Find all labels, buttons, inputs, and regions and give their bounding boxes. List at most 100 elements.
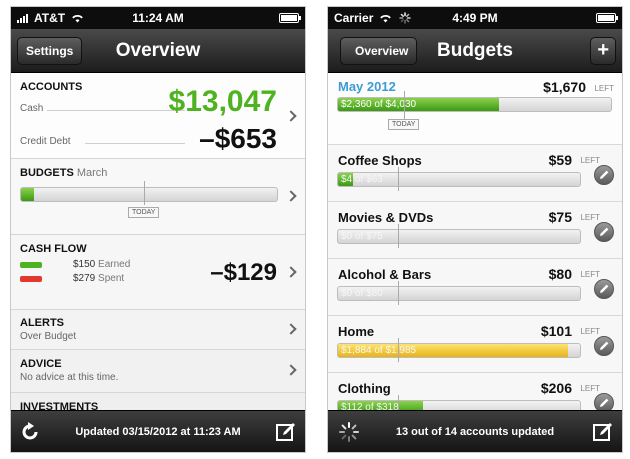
budget-left-label: LEFT <box>580 384 600 393</box>
budget-progress-bar: $1,884 of $1,985 <box>337 343 581 358</box>
accounts-section[interactable]: ACCOUNTS Cash $13,047 Credit Debt –$653 <box>11 73 305 159</box>
budgets-section[interactable]: BUDGETS March TODAY <box>11 159 305 235</box>
compose-icon[interactable] <box>592 421 614 443</box>
month-summary-row[interactable]: May 2012 $1,670 LEFT $2,360 of $4,030 TO… <box>328 73 622 145</box>
budget-bar-text: $4 of $63 <box>341 174 383 185</box>
month-left-label: LEFT <box>594 84 614 93</box>
battery-icon <box>279 13 301 23</box>
edit-budget-button[interactable] <box>594 336 614 356</box>
today-label: TODAY <box>128 207 160 218</box>
credit-debt-value: –$653 <box>199 123 277 154</box>
budget-row[interactable]: Coffee Shops $59 LEFT $4 of $63 <box>328 145 622 202</box>
net-cash-flow: –$129 <box>210 259 277 286</box>
budget-row[interactable]: Clothing $206 LEFT $112 of $318 <box>328 373 622 410</box>
bottom-toolbar: 13 out of 14 accounts updated <box>328 410 622 452</box>
cash-flow-section[interactable]: CASH FLOW $150 Earned $279 Spent –$129 <box>11 235 305 310</box>
earned-legend-bar <box>20 262 42 268</box>
month-title: May 2012 <box>338 79 396 94</box>
budget-bar-text: $112 of $318 <box>341 402 399 410</box>
alerts-section[interactable]: ALERTS Over Budget <box>11 310 305 350</box>
investments-section[interactable]: INVESTMENTS <box>11 393 305 410</box>
today-marker <box>398 167 399 191</box>
carrier-label: Carrier <box>334 11 374 25</box>
refresh-icon[interactable] <box>19 421 41 443</box>
add-budget-button[interactable]: + <box>590 37 616 65</box>
alerts-heading: ALERTS <box>20 317 64 329</box>
alerts-detail: Over Budget <box>20 331 77 342</box>
today-marker <box>398 281 399 305</box>
budget-left-label: LEFT <box>580 213 600 222</box>
compose-icon[interactable] <box>275 421 297 443</box>
wifi-icon <box>380 15 392 23</box>
chevron-right-icon <box>285 190 297 202</box>
chevron-right-icon <box>285 323 297 335</box>
today-marker <box>398 224 399 248</box>
month-progress-bar: $2,360 of $4,030 <box>337 97 612 112</box>
cash-flow-heading: CASH FLOW <box>20 243 87 255</box>
wifi-icon <box>72 15 83 23</box>
edit-budget-button[interactable] <box>594 279 614 299</box>
pencil-icon <box>600 284 609 293</box>
budget-bar-text: $0 of $75 <box>341 231 383 242</box>
budgets-heading: BUDGETS March <box>20 167 108 179</box>
nav-bar: Overview Budgets + <box>328 29 622 73</box>
budget-amount: $59 <box>548 152 572 168</box>
today-marker <box>398 395 399 410</box>
status-bar: AT&T 11:24 AM <box>11 7 305 29</box>
edit-budget-button[interactable] <box>594 222 614 242</box>
today-marker <box>404 91 405 119</box>
pencil-icon <box>600 398 609 407</box>
overview-back-button[interactable]: Overview <box>340 37 418 65</box>
budget-name: Home <box>338 324 375 339</box>
cash-label: Cash <box>20 103 44 114</box>
cash-value: $13,047 <box>168 85 277 118</box>
budget-progress-bar: $4 of $63 <box>337 172 581 187</box>
budget-amount: $80 <box>548 266 572 282</box>
pencil-icon <box>600 170 609 179</box>
budget-amount: $101 <box>540 323 572 339</box>
spent-amount: $279 <box>73 273 96 284</box>
spent-label: Spent <box>98 273 125 284</box>
earned-amount: $150 <box>73 259 96 270</box>
budget-left-label: LEFT <box>580 156 600 165</box>
update-status: Updated 03/15/2012 at 11:23 AM <box>75 426 241 438</box>
budget-bar-text: $0 of $80 <box>341 288 383 299</box>
chevron-right-icon <box>285 266 297 278</box>
chevron-right-icon <box>285 110 297 122</box>
settings-button[interactable]: Settings <box>17 37 83 65</box>
spent-text: $279 Spent <box>73 273 124 284</box>
budget-name: Coffee Shops <box>338 153 422 168</box>
budget-row[interactable]: Home $101 LEFT $1,884 of $1,985 <box>328 316 622 373</box>
accounts-heading: ACCOUNTS <box>20 81 83 93</box>
edit-budget-button[interactable] <box>594 393 614 410</box>
budget-row[interactable]: Movies & DVDs $75 LEFT $0 of $75 <box>328 202 622 259</box>
advice-heading: ADVICE <box>20 358 62 370</box>
budget-left-label: LEFT <box>580 327 600 336</box>
credit-debt-label: Credit Debt <box>20 136 71 147</box>
activity-spinner-icon <box>399 12 412 24</box>
edit-budget-button[interactable] <box>594 165 614 185</box>
advice-section[interactable]: ADVICE No advice at this time. <box>11 350 305 393</box>
budget-name: Alcohol & Bars <box>338 267 432 282</box>
budget-left-label: LEFT <box>580 270 600 279</box>
budget-progress-bar <box>20 187 278 202</box>
budget-progress-bar: $112 of $318 <box>337 400 581 410</box>
budget-name: Movies & DVDs <box>338 210 434 225</box>
budget-bar-text: $1,884 of $1,985 <box>341 345 417 356</box>
budget-name: Clothing <box>338 381 391 396</box>
budget-row[interactable]: Alcohol & Bars $80 LEFT $0 of $80 <box>328 259 622 316</box>
pencil-icon <box>600 341 609 350</box>
budget-amount: $206 <box>540 380 572 396</box>
spent-legend-bar <box>20 276 42 282</box>
signal-icon <box>17 13 28 23</box>
earned-text: $150 Earned <box>73 259 130 270</box>
status-bar: Carrier 4:49 PM <box>328 7 622 29</box>
budget-progress-bar: $0 of $80 <box>337 286 581 301</box>
budget-progress-bar: $0 of $75 <box>337 229 581 244</box>
advice-detail: No advice at this time. <box>20 372 119 383</box>
budget-amount: $75 <box>548 209 572 225</box>
overview-content: ACCOUNTS Cash $13,047 Credit Debt –$653 … <box>11 73 305 410</box>
budgets-content: May 2012 $1,670 LEFT $2,360 of $4,030 TO… <box>328 73 622 410</box>
carrier-label: AT&T <box>34 11 66 25</box>
budgets-screen: Carrier 4:49 PM Overview Budgets + May 2… <box>327 6 623 453</box>
